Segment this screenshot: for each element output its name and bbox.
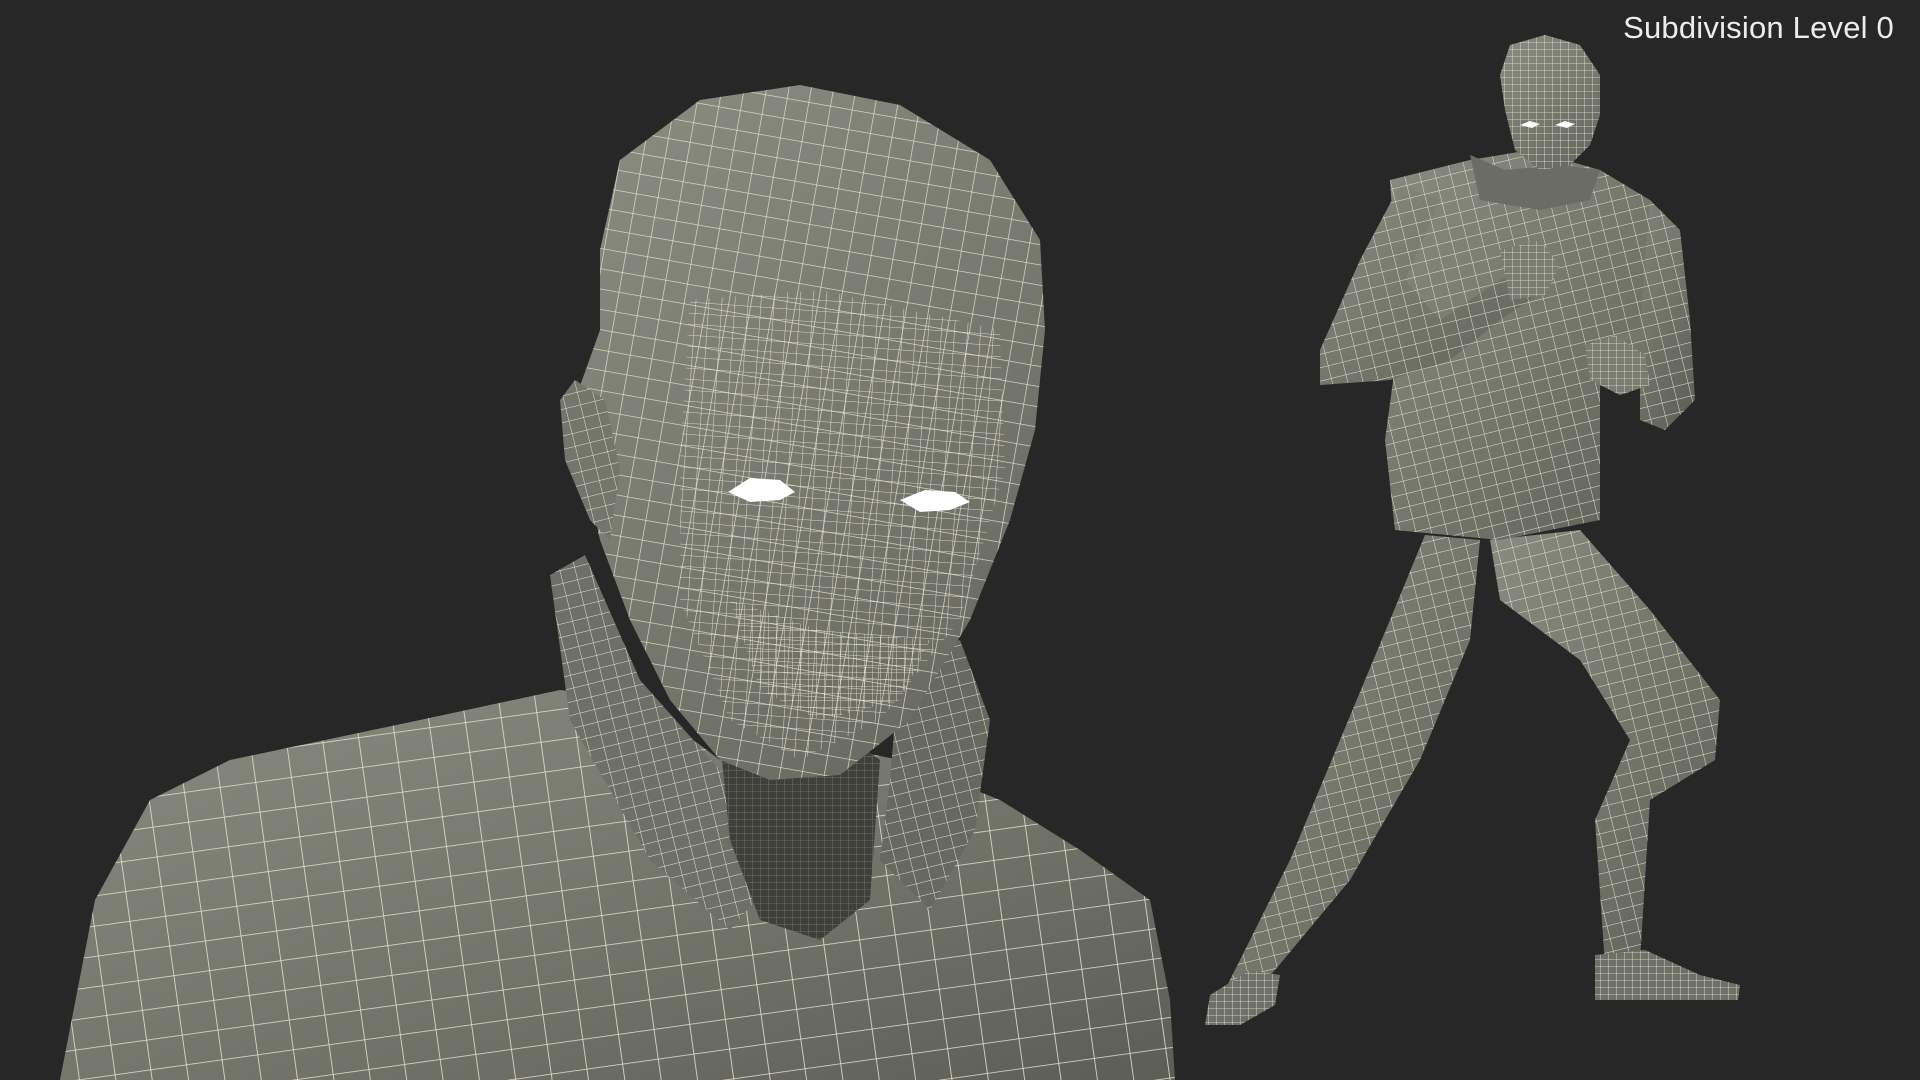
wireframe-render xyxy=(60,35,1740,1080)
fullbody-figure xyxy=(1205,35,1740,1025)
render-viewport: Subdivision Level 0 xyxy=(0,0,1920,1080)
subdivision-level-label: Subdivision Level 0 xyxy=(1623,10,1894,45)
closeup-figure xyxy=(60,85,1175,1080)
